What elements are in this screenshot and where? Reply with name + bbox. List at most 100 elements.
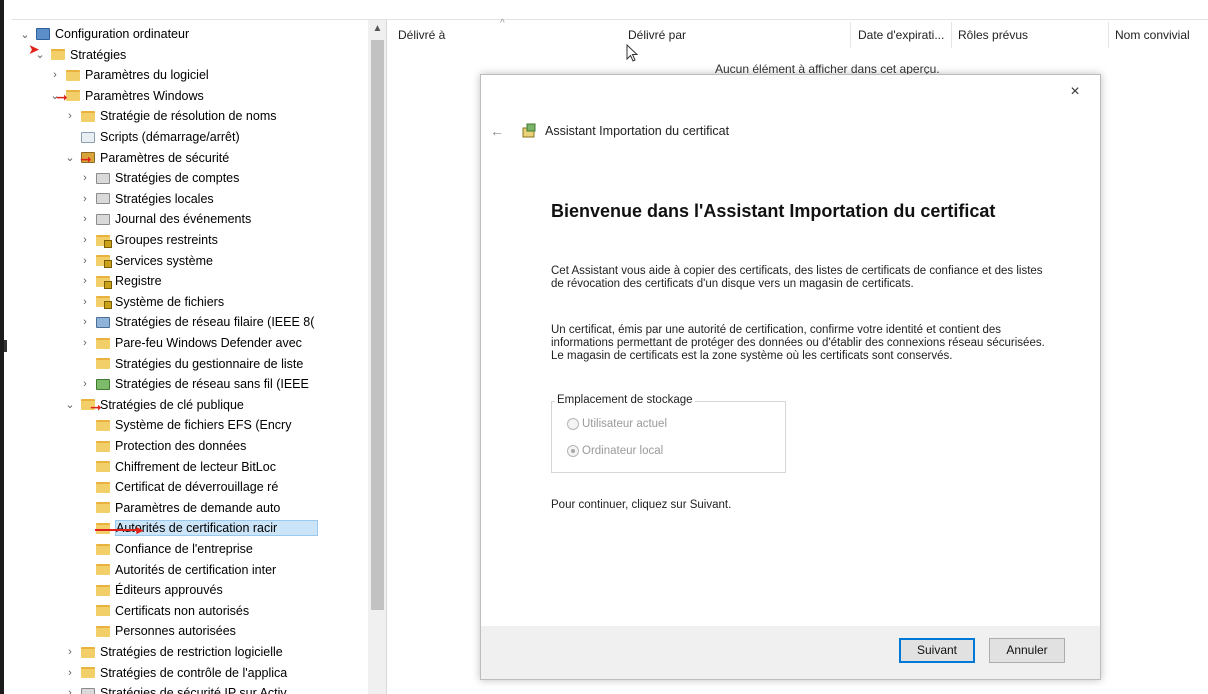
tree-item[interactable]: Autorités de certification inter bbox=[78, 560, 276, 580]
column-issued-by[interactable]: Délivré par bbox=[628, 28, 686, 42]
tree-item[interactable]: › Stratégie de résolution de noms bbox=[63, 106, 276, 126]
tree-item[interactable]: › Stratégies de sécurité IP sur Activ bbox=[63, 683, 287, 694]
folder-icon bbox=[96, 564, 110, 576]
chevron-down-icon[interactable]: ⌄ bbox=[63, 151, 77, 164]
tree-item[interactable]: › Stratégies de comptes bbox=[78, 168, 239, 188]
close-icon[interactable]: × bbox=[1065, 83, 1085, 101]
next-button[interactable]: Suivant bbox=[899, 638, 975, 663]
tree-item[interactable]: › Stratégies de restriction logicielle bbox=[63, 642, 283, 662]
folder-icon bbox=[66, 90, 80, 102]
chevron-right-icon[interactable]: › bbox=[78, 275, 92, 287]
chevron-right-icon[interactable]: › bbox=[63, 110, 77, 122]
folder-icon bbox=[96, 543, 110, 555]
tree-item[interactable]: Système de fichiers EFS (Encry bbox=[78, 415, 291, 435]
radio-button-icon[interactable] bbox=[567, 418, 579, 430]
tree-item-label: Système de fichiers EFS (Encry bbox=[115, 418, 292, 433]
tree-item[interactable]: ⌄ Paramètres Windows bbox=[48, 86, 203, 106]
tree-item[interactable]: Paramètres de demande auto bbox=[78, 498, 280, 518]
chevron-right-icon[interactable]: › bbox=[78, 296, 92, 308]
wizard-intro-text: Cet Assistant vous aide à copier des cer… bbox=[551, 265, 1043, 290]
tree-scrollbar[interactable]: ▲ bbox=[368, 20, 386, 694]
tree-item[interactable]: › Stratégies locales bbox=[78, 189, 214, 209]
chevron-right-icon[interactable]: › bbox=[78, 255, 92, 267]
tree-item[interactable]: › Groupes restreints bbox=[78, 230, 218, 250]
folder-icon bbox=[96, 419, 110, 431]
tree-item[interactable]: › Stratégies de réseau sans fil (IEEE bbox=[78, 374, 309, 394]
certificate-list-header: Délivré à ^ Délivré par Date d'expirati.… bbox=[388, 18, 1208, 54]
chevron-right-icon[interactable]: › bbox=[63, 687, 77, 694]
policy-icon bbox=[96, 172, 110, 184]
policy-icon bbox=[96, 193, 110, 205]
column-intended-roles[interactable]: Rôles prévus bbox=[958, 28, 1028, 42]
tree-item[interactable]: Chiffrement de lecteur BitLoc bbox=[78, 457, 276, 477]
tree-item[interactable]: Confiance de l'entreprise bbox=[78, 539, 253, 559]
toolbar-strip bbox=[12, 0, 1208, 20]
tree-item-label: Stratégies de contrôle de l'applica bbox=[100, 665, 288, 680]
folder-icon bbox=[96, 584, 110, 596]
tree-item[interactable]: › Pare-feu Windows Defender avec bbox=[78, 333, 302, 353]
radio-button-checked-icon[interactable] bbox=[567, 445, 579, 457]
tree-item[interactable]: Protection des données bbox=[78, 436, 246, 456]
tree-item[interactable]: › Paramètres du logiciel bbox=[48, 65, 209, 85]
locked-folder-icon bbox=[96, 275, 112, 289]
back-arrow-icon[interactable]: ← bbox=[490, 123, 504, 139]
chevron-right-icon[interactable]: › bbox=[78, 337, 92, 349]
tree-item[interactable]: › Stratégies de contrôle de l'applica bbox=[63, 663, 287, 683]
tree-item-label: Stratégies de comptes bbox=[115, 171, 240, 186]
policy-icon bbox=[81, 687, 95, 694]
tree-pane[interactable]: ⌄ Configuration ordinateur ⌄ Stratégies › Par… bbox=[12, 20, 387, 694]
radio-current-user[interactable]: Utilisateur actuel bbox=[567, 418, 667, 430]
folder-icon bbox=[81, 110, 95, 122]
chevron-right-icon[interactable]: › bbox=[78, 378, 92, 390]
column-divider[interactable] bbox=[951, 22, 952, 48]
tree-item[interactable]: Certificat de déverrouillage ré bbox=[78, 477, 278, 497]
chevron-right-icon[interactable]: › bbox=[78, 172, 92, 184]
tree-item-label: Scripts (démarrage/arrêt) bbox=[100, 130, 240, 144]
column-divider[interactable] bbox=[1108, 22, 1109, 48]
tree-item-label: Registre bbox=[115, 274, 162, 289]
tree-item[interactable]: Certificats non autorisés bbox=[78, 601, 249, 621]
tree-item[interactable]: Éditeurs approuvés bbox=[78, 580, 223, 600]
column-friendly-name[interactable]: Nom convivial bbox=[1115, 28, 1190, 42]
column-divider[interactable] bbox=[850, 22, 851, 48]
chevron-right-icon[interactable]: › bbox=[48, 69, 62, 81]
storage-location-legend: Emplacement de stockage bbox=[555, 394, 695, 406]
chevron-right-icon[interactable]: › bbox=[78, 234, 92, 246]
column-expiration[interactable]: Date d'expirati... bbox=[858, 28, 944, 42]
scroll-up-icon[interactable]: ▲ bbox=[368, 20, 386, 38]
cancel-button[interactable]: Annuler bbox=[989, 638, 1065, 663]
tree-item[interactable]: › Registre bbox=[78, 271, 162, 291]
chevron-right-icon[interactable]: › bbox=[63, 667, 77, 679]
chevron-right-icon[interactable]: › bbox=[78, 316, 92, 328]
folder-icon bbox=[96, 337, 110, 349]
annotation-arrow-icon: ➞ bbox=[90, 399, 102, 415]
chevron-right-icon[interactable]: › bbox=[78, 213, 92, 225]
chevron-down-icon[interactable]: ⌄ bbox=[63, 398, 77, 411]
chevron-right-icon[interactable]: › bbox=[63, 646, 77, 658]
wizard-heading: Bienvenue dans l'Assistant Importation d… bbox=[551, 201, 996, 221]
tree-item[interactable]: Personnes autorisées bbox=[78, 621, 236, 641]
tree-item[interactable]: › Journal des événements bbox=[78, 209, 251, 229]
tree-item-label: Chiffrement de lecteur BitLoc bbox=[115, 459, 276, 474]
chevron-right-icon[interactable]: › bbox=[78, 193, 92, 205]
tree-item-label: Journal des événements bbox=[115, 212, 252, 227]
column-issued-to[interactable]: Délivré à bbox=[398, 28, 445, 42]
folder-icon bbox=[96, 358, 110, 370]
radio-current-user-label: Utilisateur actuel bbox=[582, 418, 668, 430]
tree-item[interactable]: › Services système bbox=[78, 251, 213, 271]
tree-item[interactable]: Stratégies du gestionnaire de liste bbox=[78, 354, 303, 374]
tree-item[interactable]: › Stratégies de réseau filaire (IEEE 8( bbox=[78, 312, 314, 332]
certificate-import-wizard[interactable]: × ← Assistant Importation du certificat … bbox=[480, 74, 1101, 680]
tree-item[interactable]: ⌄ Stratégies bbox=[33, 45, 126, 65]
folder-icon bbox=[96, 625, 110, 637]
tree-item[interactable]: › Système de fichiers bbox=[78, 292, 224, 312]
annotation-arrow-icon: ➞ bbox=[80, 151, 92, 167]
tree-item-label: Stratégies de réseau sans fil (IEEE bbox=[115, 377, 309, 392]
chevron-down-icon[interactable]: ⌄ bbox=[18, 28, 32, 41]
tree-item[interactable]: ⌄ Configuration ordinateur bbox=[18, 24, 189, 44]
radio-local-machine[interactable]: Ordinateur local bbox=[567, 445, 663, 457]
scroll-thumb[interactable] bbox=[371, 40, 384, 610]
tree-item[interactable]: Scripts (démarrage/arrêt) bbox=[63, 127, 240, 147]
tree-item-label: Paramètres du logiciel bbox=[85, 68, 209, 83]
radio-local-machine-label: Ordinateur local bbox=[582, 445, 664, 457]
